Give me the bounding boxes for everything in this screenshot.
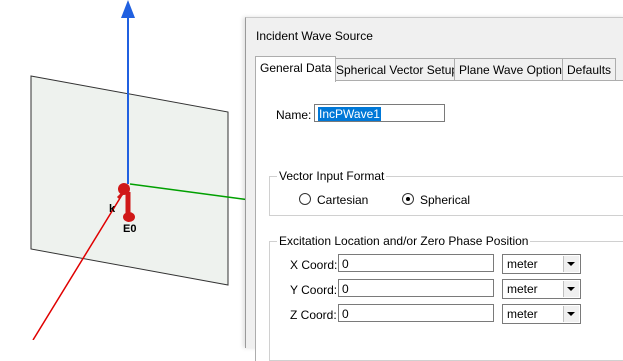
cartesian-radio[interactable] <box>299 193 311 205</box>
plane-surface <box>30 75 229 286</box>
tab-defaults[interactable]: Defaults <box>562 58 617 81</box>
z-axis-arrowhead <box>121 0 135 18</box>
cartesian-label[interactable]: Cartesian <box>317 193 368 207</box>
y-coord-input[interactable]: 0 <box>338 279 494 297</box>
chevron-down-icon[interactable] <box>563 256 579 272</box>
z-coord-unit-value: meter <box>507 307 538 321</box>
incident-wave-source-dialog: Incident Wave Source General Data Spheri… <box>245 17 623 361</box>
e0-vector-head <box>123 212 135 222</box>
excitation-location-label: Excitation Location and/or Zero Phase Po… <box>277 234 531 248</box>
tab-spherical-vector-setup[interactable]: Spherical Vector Setup <box>331 58 464 81</box>
y-coord-unit-value: meter <box>507 282 538 296</box>
name-input-text: IncPWave1 <box>318 107 381 121</box>
tab-general-data[interactable]: General Data <box>255 56 337 82</box>
k-label: k <box>109 203 116 215</box>
vector-input-format-label: Vector Input Format <box>277 169 387 183</box>
z-coord-input[interactable]: 0 <box>338 304 494 322</box>
chevron-down-icon[interactable] <box>563 281 579 297</box>
spherical-radio[interactable] <box>402 193 414 205</box>
e0-label: E0 <box>123 223 136 235</box>
x-coord-input[interactable]: 0 <box>338 254 494 272</box>
name-input[interactable]: IncPWave1 <box>314 104 445 122</box>
y-coord-label: Y Coord: <box>290 283 338 297</box>
spherical-label[interactable]: Spherical <box>420 193 470 207</box>
x-coord-unit-value: meter <box>507 257 538 271</box>
z-coord-label: Z Coord: <box>290 308 337 322</box>
y-coord-unit-select[interactable]: meter <box>502 279 581 299</box>
tab-plane-wave-options[interactable]: Plane Wave Options <box>454 58 573 81</box>
dialog-title: Incident Wave Source <box>256 29 373 43</box>
x-coord-label: X Coord: <box>290 258 338 272</box>
spherical-radio-dot <box>406 197 410 201</box>
name-label: Name: <box>276 108 312 122</box>
z-coord-unit-select[interactable]: meter <box>502 304 581 324</box>
x-coord-unit-select[interactable]: meter <box>502 254 581 274</box>
general-data-panel: Name: IncPWave1 Vector Input Format Cart… <box>255 80 623 361</box>
chevron-down-icon[interactable] <box>563 306 579 322</box>
